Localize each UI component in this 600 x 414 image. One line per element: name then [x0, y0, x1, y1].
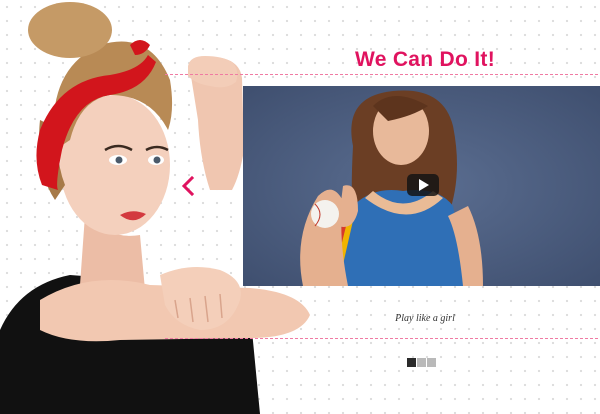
top-divider — [165, 74, 600, 75]
pager-dot-1[interactable] — [407, 358, 416, 367]
bottom-divider — [165, 338, 600, 339]
chevron-left-icon[interactable] — [178, 174, 198, 198]
pager-dot-3[interactable] — [427, 358, 436, 367]
pager-dot-2[interactable] — [417, 358, 426, 367]
page-title: We Can Do It! — [354, 48, 495, 71]
play-button[interactable] — [407, 174, 439, 196]
slide-pager — [407, 358, 436, 367]
play-icon — [419, 179, 429, 191]
video-caption: Play like a girl — [395, 313, 455, 324]
